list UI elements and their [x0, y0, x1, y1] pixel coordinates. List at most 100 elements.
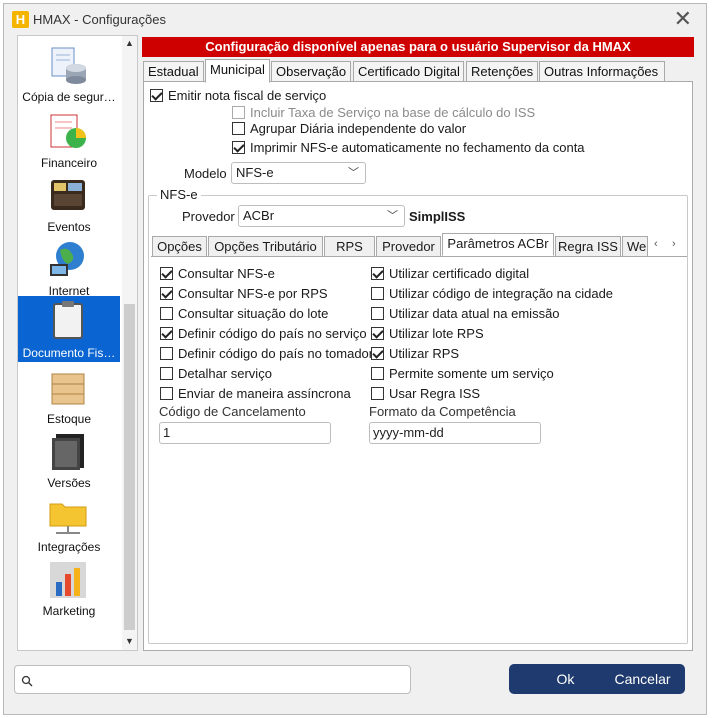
supervisor-warning-banner: Configuração disponível apenas para o us…: [142, 37, 694, 57]
formato-competencia-label: Formato da Competência: [369, 404, 516, 419]
chevron-right-icon[interactable]: ›: [672, 238, 676, 250]
tab-parametros-acbr[interactable]: Parâmetros ACBr: [442, 233, 554, 256]
provedor-value: ACBr: [243, 208, 275, 223]
scroll-thumb[interactable]: [124, 304, 135, 630]
clipboard-icon: [53, 301, 83, 339]
checkbox-label: Utilizar RPS: [389, 346, 460, 361]
chevron-down-icon: ﹀: [387, 210, 398, 222]
sidebar-scrollbar[interactable]: ▲ ▼: [122, 36, 137, 650]
window-title: HMAX - Configurações: [33, 12, 166, 27]
sidebar-item-label: Documento Fis…: [22, 346, 116, 360]
provedor-select[interactable]: ACBr ﹀: [238, 205, 405, 227]
checkbox-box[interactable]: [371, 267, 384, 280]
sidebar-item-eventos[interactable]: Eventos: [18, 172, 120, 236]
tab-municipal[interactable]: Municipal: [205, 59, 270, 83]
checkbox-label: Incluir Taxa de Serviço na base de cálcu…: [250, 105, 536, 120]
checkbox-box[interactable]: [160, 267, 173, 280]
scroll-up-icon[interactable]: ▲: [122, 38, 137, 50]
checkbox-box: [232, 106, 245, 119]
marketing-chart-icon: [50, 562, 86, 598]
checkbox-label: Usar Regra ISS: [389, 386, 481, 401]
tab-rps[interactable]: RPS: [324, 236, 375, 257]
tab-opcoes[interactable]: Opções: [152, 236, 207, 257]
tab-opcoes-tributario[interactable]: Opções Tributário: [208, 236, 323, 257]
checkbox-box[interactable]: [160, 307, 173, 320]
checkbox-box[interactable]: [160, 347, 173, 360]
sidebar-item-label: Integrações: [37, 540, 101, 554]
sidebar-item-documento-fiscal[interactable]: Documento Fis…: [18, 296, 120, 362]
sidebar-item-label: Financeiro: [40, 156, 98, 170]
sidebar-item-versoes[interactable]: Versões: [18, 428, 120, 492]
app-logo-icon: H: [12, 11, 29, 28]
wallet-icon: [51, 180, 85, 210]
sidebar-item-marketing[interactable]: Marketing: [18, 556, 120, 620]
sidebar-item-label: Versões: [47, 476, 91, 490]
tab-provedor[interactable]: Provedor: [376, 236, 441, 257]
cancel-button[interactable]: Cancelar: [600, 664, 685, 694]
sidebar-item-label: Marketing: [42, 604, 96, 618]
checkbox-label: Consultar situação do lote: [178, 306, 329, 321]
checkbox-label: Detalhar serviço: [178, 366, 272, 381]
sidebar-item-label: Cópia de segur…: [22, 90, 116, 104]
sidebar-item-estoque[interactable]: Estoque: [18, 364, 120, 428]
provedor-label: Provedor: [182, 209, 235, 224]
sidebar-item-backup[interactable]: Cópia de segur…: [18, 42, 120, 106]
checkbox-box[interactable]: [371, 367, 384, 380]
box-icon: [51, 373, 85, 405]
checkbox-label: Utilizar código de integração na cidade: [389, 286, 614, 301]
checkbox-box[interactable]: [371, 307, 384, 320]
chevron-left-icon[interactable]: ‹: [654, 238, 658, 250]
scroll-down-icon[interactable]: ▼: [122, 636, 137, 648]
checkbox-label: Enviar de maneira assíncrona: [178, 386, 351, 401]
checkbox-label: Consultar NFS-e: [178, 266, 275, 281]
tab-scroll-arrows: ‹ ›: [648, 236, 686, 256]
checkbox-box[interactable]: [232, 141, 245, 154]
tab-divider: [151, 256, 687, 257]
checkbox-box[interactable]: [160, 367, 173, 380]
checkbox-label: Definir código do país no serviço: [178, 326, 367, 341]
close-icon[interactable]: ✕: [674, 7, 692, 31]
checkbox-box[interactable]: [371, 387, 384, 400]
checkbox-box[interactable]: [371, 327, 384, 340]
tab-observacao[interactable]: Observação: [271, 61, 351, 82]
sidebar: Cópia de segur… Financeiro Eventos Inter…: [17, 35, 138, 651]
checkbox-label: Utilizar data atual na emissão: [389, 306, 560, 321]
tab-retencoes[interactable]: Retenções: [466, 61, 538, 82]
checkbox-box[interactable]: [371, 347, 384, 360]
nfse-group-title: NFS-e: [157, 187, 201, 202]
checkbox-box[interactable]: [160, 287, 173, 300]
checkbox-label: Emitir nota fiscal de serviço: [168, 88, 327, 103]
codigo-cancelamento-label: Código de Cancelamento: [159, 404, 306, 419]
checkbox-box[interactable]: [371, 287, 384, 300]
checkbox-label: Agrupar Diária independente do valor: [250, 121, 467, 136]
sidebar-item-internet[interactable]: Internet: [18, 236, 120, 300]
modelo-label: Modelo: [184, 166, 227, 181]
checkbox-box[interactable]: [160, 387, 173, 400]
sidebar-item-label: Estoque: [46, 412, 92, 426]
tab-estadual[interactable]: Estadual: [143, 61, 204, 82]
modelo-select[interactable]: NFS-e ﹀: [231, 162, 366, 184]
search-input[interactable]: [14, 665, 411, 694]
formato-competencia-input[interactable]: yyyy-mm-dd: [369, 422, 541, 444]
title-bar: H HMAX - Configurações ✕: [4, 4, 706, 35]
database-backup-icon: [51, 47, 86, 84]
checkbox-box[interactable]: [232, 122, 245, 135]
checkbox-label: Imprimir NFS-e automaticamente no fecham…: [250, 140, 585, 155]
tab-regra-iss[interactable]: Regra ISS: [555, 236, 621, 257]
finance-chart-icon: [50, 114, 86, 148]
checkbox-label: Utilizar lote RPS: [389, 326, 484, 341]
checkbox-box[interactable]: [150, 89, 163, 102]
nfse-group: [148, 195, 688, 644]
tab-outras-informacoes[interactable]: Outras Informações: [539, 61, 665, 82]
tab-certificado-digital[interactable]: Certificado Digital: [353, 61, 464, 82]
sidebar-item-financeiro[interactable]: Financeiro: [18, 108, 120, 172]
modelo-value: NFS-e: [236, 165, 274, 180]
checkbox-label: Consultar NFS-e por RPS: [178, 286, 328, 301]
codigo-cancelamento-input[interactable]: 1: [159, 422, 331, 444]
globe-computer-icon: [50, 242, 84, 276]
tab-we[interactable]: We: [622, 236, 648, 257]
checkbox-box[interactable]: [160, 327, 173, 340]
sidebar-item-integracoes[interactable]: Integrações: [18, 492, 120, 556]
search-icon: [21, 675, 33, 687]
folder-network-icon: [49, 503, 87, 534]
